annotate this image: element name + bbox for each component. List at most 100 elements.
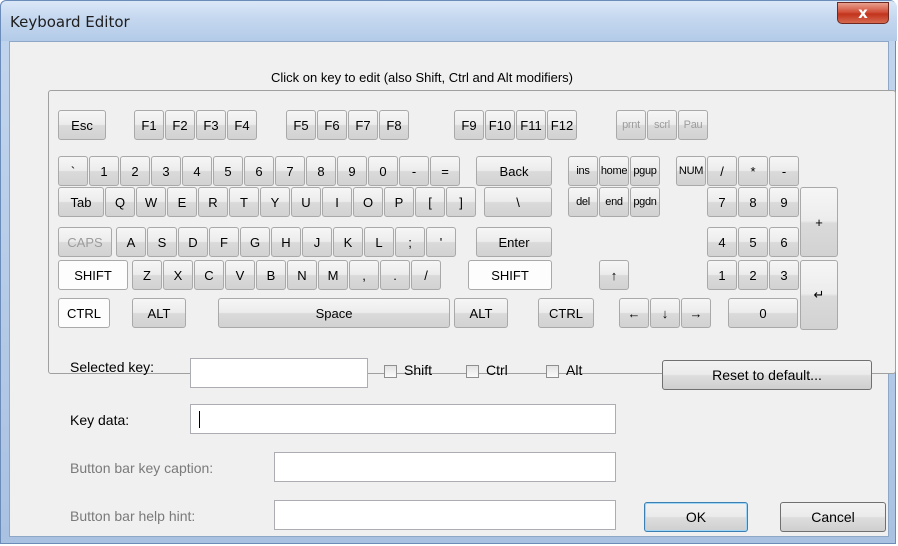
key-num-3[interactable]: 3: [769, 260, 799, 290]
key-8[interactable]: 8: [306, 156, 336, 186]
key-num-0[interactable]: 0: [728, 298, 798, 328]
reset-to-default-button[interactable]: Reset to default...: [662, 360, 872, 390]
key-0[interactable]: 0: [368, 156, 398, 186]
key-l[interactable]: L: [364, 227, 394, 257]
key-w[interactable]: W: [136, 187, 166, 217]
key-arrow-up[interactable]: ↑: [599, 260, 629, 290]
key-left-shift[interactable]: SHIFT: [58, 260, 128, 290]
key-period[interactable]: .: [380, 260, 410, 290]
key-home[interactable]: home: [599, 156, 629, 186]
key-num-5[interactable]: 5: [738, 227, 768, 257]
key-prnt[interactable]: prnt: [616, 110, 646, 140]
key-arrow-right[interactable]: →: [681, 298, 711, 328]
close-button[interactable]: x: [837, 2, 889, 24]
key-num-minus[interactable]: -: [769, 156, 799, 186]
key-num-2[interactable]: 2: [738, 260, 768, 290]
alt-checkbox[interactable]: [546, 365, 559, 378]
key-e[interactable]: E: [167, 187, 197, 217]
key-j[interactable]: J: [302, 227, 332, 257]
key-num-7[interactable]: 7: [707, 187, 737, 217]
key-left-alt[interactable]: ALT: [132, 298, 186, 328]
key-4[interactable]: 4: [182, 156, 212, 186]
key-insert[interactable]: ins: [568, 156, 598, 186]
key-k[interactable]: K: [333, 227, 363, 257]
key-v[interactable]: V: [225, 260, 255, 290]
key-left-ctrl[interactable]: CTRL: [58, 298, 110, 328]
key-u[interactable]: U: [291, 187, 321, 217]
key-m[interactable]: M: [318, 260, 348, 290]
key-b[interactable]: B: [256, 260, 286, 290]
key-2[interactable]: 2: [120, 156, 150, 186]
key-pageup[interactable]: pgup: [630, 156, 660, 186]
key-right-alt[interactable]: ALT: [454, 298, 508, 328]
key-delete[interactable]: del: [568, 187, 598, 217]
key-7[interactable]: 7: [275, 156, 305, 186]
key-num-divide[interactable]: /: [707, 156, 737, 186]
key-5[interactable]: 5: [213, 156, 243, 186]
key-6[interactable]: 6: [244, 156, 274, 186]
key-numlock[interactable]: NUM: [676, 156, 706, 186]
key-f8[interactable]: F8: [379, 110, 409, 140]
key-quote[interactable]: ': [426, 227, 456, 257]
key-f11[interactable]: F11: [516, 110, 546, 140]
key-h[interactable]: H: [271, 227, 301, 257]
key-num-6[interactable]: 6: [769, 227, 799, 257]
key-scrl[interactable]: scrl: [647, 110, 677, 140]
key-equals[interactable]: =: [430, 156, 460, 186]
key-backslash[interactable]: \: [484, 187, 552, 217]
key-f[interactable]: F: [209, 227, 239, 257]
shift-checkbox[interactable]: [384, 365, 397, 378]
key-f3[interactable]: F3: [196, 110, 226, 140]
key-backtick[interactable]: `: [58, 156, 88, 186]
key-f4[interactable]: F4: [227, 110, 257, 140]
key-f7[interactable]: F7: [348, 110, 378, 140]
key-num-4[interactable]: 4: [707, 227, 737, 257]
key-x[interactable]: X: [163, 260, 193, 290]
key-num-enter[interactable]: ↵: [800, 260, 838, 330]
key-f9[interactable]: F9: [454, 110, 484, 140]
key-space[interactable]: Space: [218, 298, 450, 328]
key-f2[interactable]: F2: [165, 110, 195, 140]
key-slash[interactable]: /: [411, 260, 441, 290]
key-t[interactable]: T: [229, 187, 259, 217]
key-d[interactable]: D: [178, 227, 208, 257]
key-g[interactable]: G: [240, 227, 270, 257]
key-f10[interactable]: F10: [485, 110, 515, 140]
key-s[interactable]: S: [147, 227, 177, 257]
key-left-bracket[interactable]: [: [415, 187, 445, 217]
selected-key-field[interactable]: [190, 358, 368, 388]
ctrl-checkbox[interactable]: [466, 365, 479, 378]
key-y[interactable]: Y: [260, 187, 290, 217]
key-p[interactable]: P: [384, 187, 414, 217]
key-i[interactable]: I: [322, 187, 352, 217]
key-esc[interactable]: Esc: [58, 110, 106, 140]
key-num-1[interactable]: 1: [707, 260, 737, 290]
key-minus[interactable]: -: [399, 156, 429, 186]
key-c[interactable]: C: [194, 260, 224, 290]
key-n[interactable]: N: [287, 260, 317, 290]
key-arrow-down[interactable]: ↓: [650, 298, 680, 328]
key-right-shift[interactable]: SHIFT: [468, 260, 552, 290]
ok-button[interactable]: OK: [644, 502, 748, 532]
key-1[interactable]: 1: [89, 156, 119, 186]
key-arrow-left[interactable]: ←: [619, 298, 649, 328]
key-right-ctrl[interactable]: CTRL: [538, 298, 594, 328]
key-f5[interactable]: F5: [286, 110, 316, 140]
key-enter[interactable]: Enter: [476, 227, 552, 257]
key-q[interactable]: Q: [105, 187, 135, 217]
key-f6[interactable]: F6: [317, 110, 347, 140]
key-f12[interactable]: F12: [547, 110, 577, 140]
key-end[interactable]: end: [599, 187, 629, 217]
key-a[interactable]: A: [116, 227, 146, 257]
key-backspace[interactable]: Back: [476, 156, 552, 186]
key-comma[interactable]: ,: [349, 260, 379, 290]
key-3[interactable]: 3: [151, 156, 181, 186]
key-num-multiply[interactable]: *: [738, 156, 768, 186]
key-tab[interactable]: Tab: [58, 187, 104, 217]
key-pagedown[interactable]: pgdn: [630, 187, 660, 217]
button-bar-hint-field[interactable]: [274, 500, 616, 530]
key-num-8[interactable]: 8: [738, 187, 768, 217]
key-pause[interactable]: Pau: [678, 110, 708, 140]
key-data-field[interactable]: [190, 404, 616, 434]
key-right-bracket[interactable]: ]: [446, 187, 476, 217]
